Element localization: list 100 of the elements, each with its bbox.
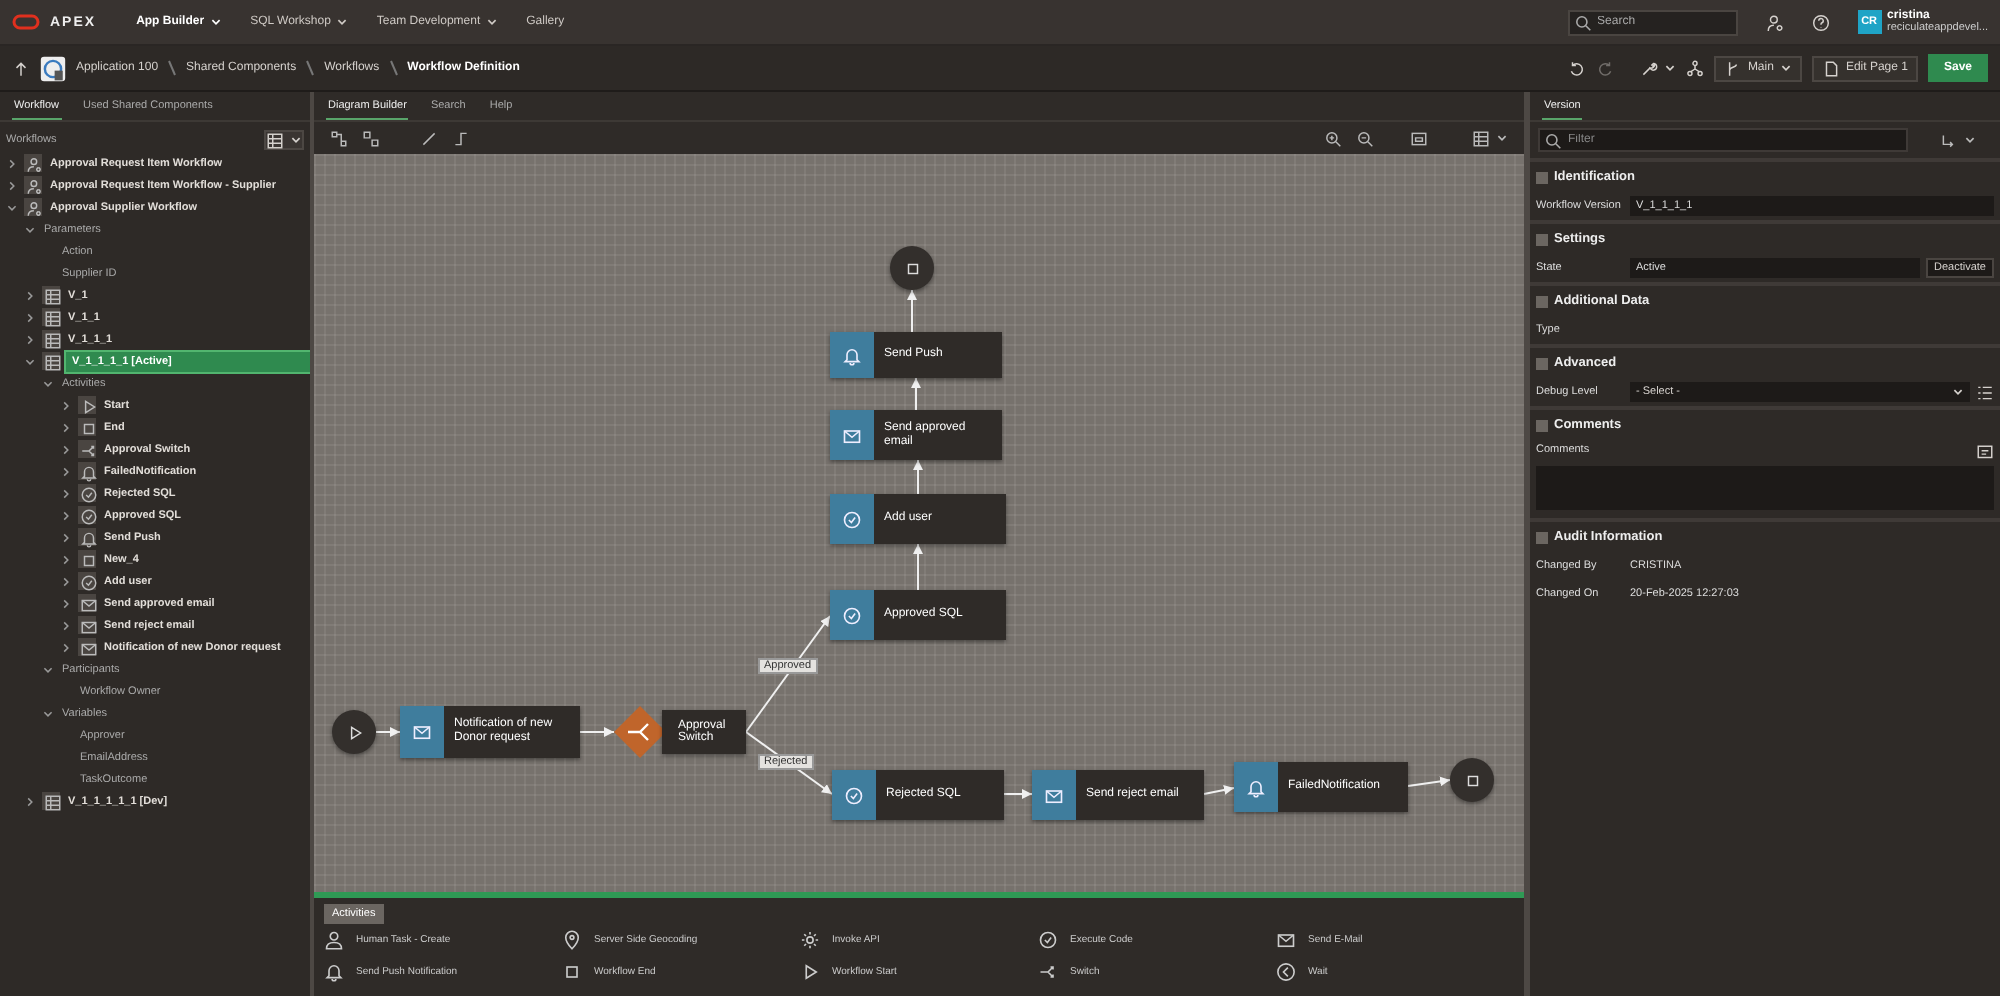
collapse-toggle[interactable] [1536,295,1548,307]
square-icon [1463,771,1481,789]
collapse-chevron-icon[interactable] [60,421,72,433]
collapse-chevron-icon[interactable] [60,597,72,609]
connector-arrow [579,727,615,737]
play-icon [345,723,363,741]
connector-arrow [375,727,401,737]
split-arrow-icon [79,441,97,459]
up-arrow-icon[interactable] [12,59,30,77]
split-arrow-icon [1038,962,1058,982]
connector-arrow [907,289,917,333]
check-circle-icon [79,507,97,525]
list-icon[interactable] [1976,383,1994,401]
grid-icon [43,353,61,371]
bell-icon [79,463,97,481]
logo-icon[interactable] [12,14,40,30]
collapse-chevron-icon[interactable] [60,619,72,631]
check-circle-icon [842,605,862,625]
collapse-chevron-icon[interactable] [60,553,72,565]
connector-arrow [913,543,923,591]
collapse-chevron-icon[interactable] [24,795,36,807]
collapse-chevron-icon[interactable] [6,157,18,169]
collapse-chevron-icon[interactable] [60,509,72,521]
connector-arrow [913,459,923,495]
collapse-chevron-icon[interactable] [24,311,36,323]
goto-icon[interactable] [1940,131,1958,149]
separator-icon [389,60,398,76]
check-circle-icon [79,573,97,591]
elbow-line-icon[interactable] [452,129,470,147]
help-icon[interactable] [1811,13,1830,31]
expand-caret-icon[interactable] [42,663,54,675]
tools-menu-button[interactable] [1639,59,1676,77]
grid-icon [43,331,61,349]
collapse-chevron-icon[interactable] [24,289,36,301]
collapse-chevron-icon[interactable] [60,465,72,477]
view-menu-button[interactable] [264,130,304,150]
expand-caret-icon[interactable] [42,377,54,389]
envelope-icon [412,722,432,742]
user-settings-icon[interactable] [1765,13,1784,31]
expand-caret-icon[interactable] [24,355,36,367]
bell-icon [1246,777,1266,797]
collapse-toggle[interactable] [1536,171,1548,183]
separator-icon [168,60,177,76]
collapse-chevron-icon[interactable] [60,443,72,455]
collapse-chevron-icon[interactable] [60,487,72,499]
connector-arrow [911,377,921,411]
app-icon[interactable] [40,55,66,81]
redo-icon[interactable] [1595,59,1614,77]
user-icon [25,177,43,195]
collapse-chevron-icon[interactable] [60,399,72,411]
hierarchy-icon[interactable] [1685,59,1704,77]
straight-line-icon[interactable] [420,129,438,147]
wrench-icon [1639,59,1658,77]
connector-arrow [1203,785,1235,795]
undo-icon[interactable] [1567,59,1586,77]
caret-icon [1952,386,1964,398]
collapse-toggle[interactable] [1536,419,1548,431]
branch-icon [1723,59,1742,77]
grid-icon [266,131,284,149]
location-pin-icon [562,930,582,950]
zoom-out-icon[interactable] [1356,129,1374,147]
caret-icon [290,134,302,146]
bell-icon [842,345,862,365]
envelope-icon [842,425,862,445]
collapse-toggle[interactable] [1536,233,1548,245]
end-node[interactable] [1450,758,1494,802]
end-node[interactable] [890,246,934,290]
collapse-chevron-icon[interactable] [6,179,18,191]
expand-caret-icon[interactable] [6,201,18,213]
square-icon [562,962,582,982]
expand-caret-icon[interactable] [42,707,54,719]
options-menu-button[interactable] [1940,131,1976,149]
envelope-icon [79,595,97,613]
envelope-icon [79,617,97,635]
collapse-chevron-icon[interactable] [60,641,72,653]
bell-icon [324,962,344,982]
check-circle-icon [1038,930,1058,950]
collapse-icon[interactable] [362,129,380,147]
page-icon [1821,59,1840,77]
collapse-chevron-icon[interactable] [60,575,72,587]
envelope-icon [79,639,97,657]
collapse-toggle[interactable] [1536,531,1548,543]
grid-icon [1472,129,1490,147]
comment-icon[interactable] [1976,444,1994,462]
fit-screen-icon[interactable] [1410,129,1428,147]
square-icon [79,551,97,569]
expand-caret-icon[interactable] [24,223,36,235]
envelope-icon [1044,785,1064,805]
collapse-chevron-icon[interactable] [24,333,36,345]
collapse-toggle[interactable] [1536,357,1548,369]
expand-icon[interactable] [330,129,348,147]
start-node[interactable] [332,710,376,754]
grid-icon [43,793,61,811]
user-icon [25,199,43,217]
gear-icon [800,930,820,950]
switch-diamond-icon[interactable] [614,706,666,758]
layout-menu-button[interactable] [1472,129,1508,147]
collapse-chevron-icon[interactable] [60,531,72,543]
zoom-in-icon[interactable] [1324,129,1342,147]
envelope-icon [1276,930,1296,950]
